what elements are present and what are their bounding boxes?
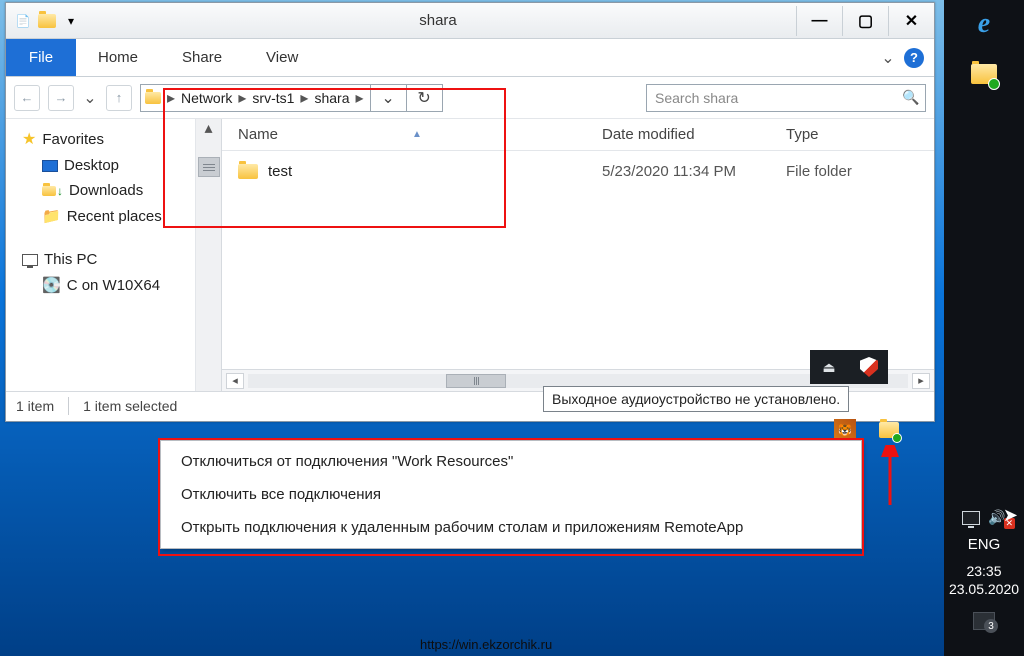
scroll-thumb[interactable] <box>198 157 220 177</box>
ribbon-tabs: File Home Share View ⌄ ? <box>6 39 934 77</box>
action-center-icon[interactable] <box>973 612 995 630</box>
tab-view[interactable]: View <box>244 39 320 76</box>
address-bar[interactable]: ▸ Network ▸ srv-ts1 ▸ shara ▸ <box>140 84 371 112</box>
sidebar-item-desktop[interactable]: Desktop <box>22 153 191 178</box>
new-folder-icon[interactable] <box>38 12 56 30</box>
usb-icon[interactable]: ⏏ <box>818 356 840 378</box>
list-item[interactable]: test 5/23/2020 11:34 PM File folder <box>222 151 934 191</box>
forward-button[interactable]: → <box>48 85 74 111</box>
column-name[interactable]: Name ▲ <box>222 126 602 143</box>
breadcrumb-server[interactable]: srv-ts1 <box>252 90 294 106</box>
file-explorer-window: 📄 ▾ shara — ▢ ✕ File Home Share View ⌄ ?… <box>5 2 935 422</box>
search-input[interactable]: Search shara 🔍 <box>646 84 926 112</box>
star-icon: ★ <box>22 129 36 149</box>
sidebar-item-downloads[interactable]: ↓ Downloads <box>22 178 191 203</box>
search-placeholder: Search shara <box>655 90 738 106</box>
ribbon-expand-icon[interactable]: ⌄ <box>880 50 896 66</box>
taskbar-item-explorer[interactable] <box>966 56 1002 92</box>
navigation-bar: ← → ⌄ ↑ ▸ Network ▸ srv-ts1 ▸ shara ▸ ⌄ … <box>6 77 934 119</box>
title-bar[interactable]: 📄 ▾ shara — ▢ ✕ <box>6 3 934 39</box>
recent-icon: 📁 <box>42 207 61 225</box>
file-tab[interactable]: File <box>6 39 76 76</box>
breadcrumb-folder[interactable]: shara <box>314 90 349 106</box>
audio-tooltip: Выходное аудиоустройство не установлено. <box>543 386 849 412</box>
breadcrumb-network[interactable]: Network <box>181 90 232 106</box>
downloads-icon: ↓ <box>42 184 63 198</box>
window-title: shara <box>80 12 796 29</box>
search-icon[interactable]: 🔍 <box>897 85 925 111</box>
desktop-icon <box>42 160 58 172</box>
scroll-thumb[interactable] <box>446 374 506 388</box>
context-menu: Отключиться от подключения "Work Resourc… <box>160 440 862 549</box>
vertical-scrollbar[interactable]: ▴ <box>196 119 222 391</box>
status-selected-count: 1 item selected <box>83 398 177 414</box>
security-shield-icon[interactable]: ✕ <box>858 356 880 378</box>
address-dropdown-icon[interactable]: ⌄ <box>371 84 407 112</box>
column-type[interactable]: Type <box>782 126 934 143</box>
taskbar-vertical: e 🔊✕ ➤ ENG 23:35 23.05.2020 <box>944 0 1024 656</box>
tray-language[interactable]: ENG <box>968 536 1001 553</box>
scroll-left-icon[interactable]: ◂ <box>226 373 244 389</box>
watermark-url: https://win.ekzorchik.ru <box>420 637 552 652</box>
tab-share[interactable]: Share <box>160 39 244 76</box>
sidebar-item-recent[interactable]: 📁 Recent places <box>22 203 191 229</box>
tray-overflow-popup[interactable]: ⏏ ✕ <box>810 350 888 384</box>
separator-icon: ▸ <box>165 88 177 108</box>
back-button[interactable]: ← <box>14 85 40 111</box>
sidebar-item-drive[interactable]: 💽 C on W10X64 <box>22 272 191 298</box>
tray-clock[interactable]: 23:35 23.05.2020 <box>949 563 1019 598</box>
column-date[interactable]: Date modified <box>602 126 782 143</box>
refresh-button[interactable]: ↻ <box>407 84 443 112</box>
sidebar-thispc-header[interactable]: This PC <box>22 247 191 272</box>
file-name: test <box>268 163 292 180</box>
scroll-right-icon[interactable]: ▸ <box>912 373 930 389</box>
separator-icon: ▸ <box>236 88 248 108</box>
navigation-sidebar: ★ Favorites Desktop ↓ Downloads 📁 Recent… <box>6 119 196 391</box>
menu-item-disconnect[interactable]: Отключиться от подключения "Work Resourc… <box>161 445 861 478</box>
maximize-button[interactable]: ▢ <box>842 6 888 36</box>
cursor-icon: ➤ <box>1003 505 1018 526</box>
folder-icon <box>145 92 161 104</box>
file-type: File folder <box>782 163 934 180</box>
remoteapp-tray-icon[interactable] <box>876 417 902 443</box>
help-icon[interactable]: ? <box>904 48 924 68</box>
sidebar-favorites-header[interactable]: ★ Favorites <box>22 125 191 153</box>
scroll-up-icon[interactable]: ▴ <box>196 119 221 137</box>
up-button[interactable]: ↑ <box>106 85 132 111</box>
minimize-button[interactable]: — <box>796 6 842 36</box>
system-tray: 🔊✕ ➤ ENG 23:35 23.05.2020 <box>944 509 1024 656</box>
separator-icon: ▸ <box>353 88 365 108</box>
history-dropdown-icon[interactable]: ⌄ <box>82 90 98 106</box>
folder-icon <box>238 164 258 179</box>
drive-icon: 💽 <box>42 276 61 294</box>
separator-icon: ▸ <box>298 88 310 108</box>
properties-icon[interactable]: 📄 <box>14 12 32 30</box>
qat-dropdown-icon[interactable]: ▾ <box>62 12 80 30</box>
tray-app-icon[interactable]: 🐯 <box>834 419 856 441</box>
annotation-arrow <box>878 445 908 515</box>
menu-item-disconnect-all[interactable]: Отключить все подключения <box>161 478 861 511</box>
menu-item-open-remote[interactable]: Открыть подключения к удаленным рабочим … <box>161 511 861 544</box>
sort-indicator-icon: ▲ <box>412 129 422 140</box>
tab-home[interactable]: Home <box>76 39 160 76</box>
column-headers: Name ▲ Date modified Type <box>222 119 934 151</box>
internet-explorer-icon[interactable]: e <box>966 6 1002 42</box>
quick-access-toolbar: 📄 ▾ <box>6 12 80 30</box>
status-item-count: 1 item <box>16 398 54 414</box>
computer-icon <box>22 254 38 266</box>
file-date: 5/23/2020 11:34 PM <box>602 163 782 180</box>
network-icon[interactable] <box>962 511 980 525</box>
close-button[interactable]: ✕ <box>888 6 934 36</box>
